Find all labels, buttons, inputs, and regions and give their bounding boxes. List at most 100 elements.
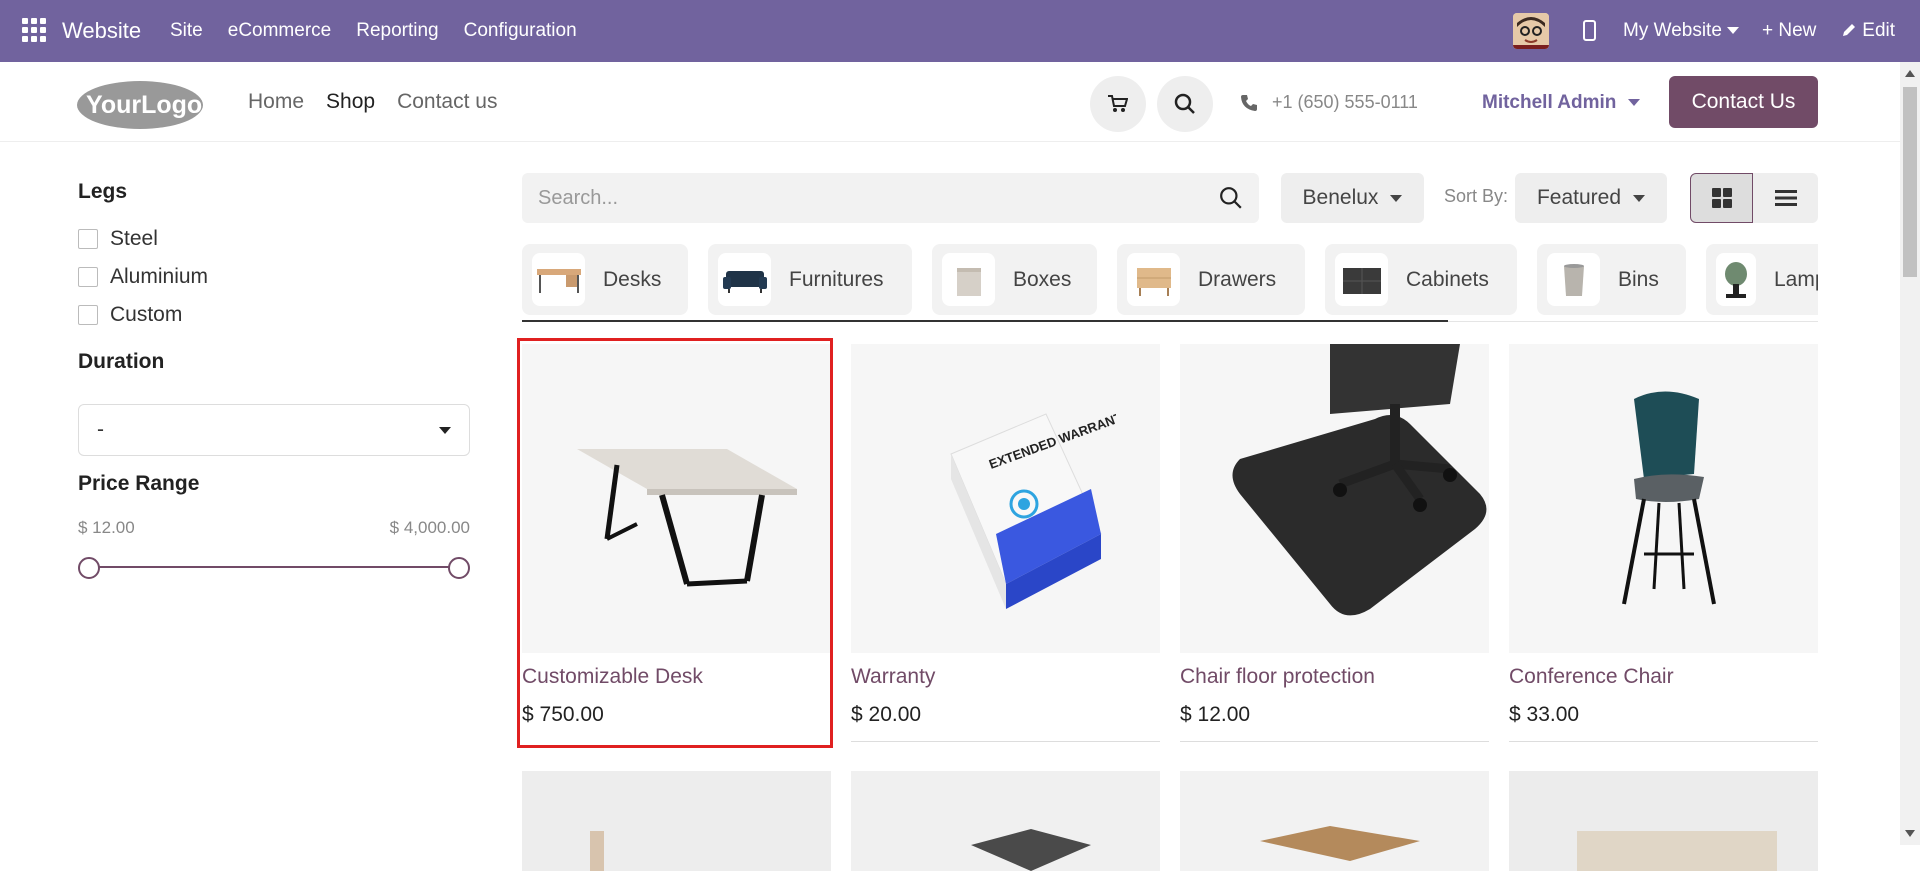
product-name[interactable]: Warranty	[851, 665, 1160, 689]
warranty-box-image: EXTENDED WARRANTY	[949, 406, 1116, 609]
card-separator	[1509, 741, 1818, 742]
sofa-thumbnail-icon	[718, 253, 771, 306]
checkbox[interactable]	[78, 229, 98, 249]
list-icon	[1774, 190, 1797, 206]
user-menu[interactable]: Mitchell Admin	[1482, 92, 1641, 114]
product-card[interactable]	[851, 771, 1160, 871]
product-name[interactable]: Conference Chair	[1509, 665, 1818, 689]
cart-button[interactable]	[1090, 76, 1146, 132]
nav-shop[interactable]: Shop	[326, 90, 375, 114]
user-avatar[interactable]	[1513, 13, 1549, 49]
box-thumbnail-icon	[942, 253, 995, 306]
category-label: Lamps	[1774, 267, 1818, 291]
edit-label: Edit	[1862, 20, 1896, 41]
category-carousel: Desks Furnitures Boxes Drawers Cabinets	[522, 244, 1818, 324]
user-name: Mitchell Admin	[1482, 92, 1617, 113]
card-separator	[1180, 741, 1489, 742]
category-drawers[interactable]: Drawers	[1117, 244, 1305, 315]
product-price: $ 20.00	[851, 703, 922, 726]
menu-ecommerce[interactable]: eCommerce	[228, 20, 331, 42]
category-desks[interactable]: Desks	[522, 244, 688, 315]
legs-title: Legs	[78, 180, 128, 203]
price-slider-max-handle[interactable]	[448, 557, 470, 579]
app-brand[interactable]: Website	[62, 18, 141, 44]
duration-select[interactable]: -	[78, 404, 470, 456]
category-label: Cabinets	[1406, 267, 1489, 291]
price-slider-min-handle[interactable]	[78, 557, 100, 579]
product-image[interactable]	[1180, 344, 1489, 653]
nav-contact[interactable]: Contact us	[397, 90, 497, 114]
product-card[interactable]: Conference Chair $ 33.00	[1509, 344, 1818, 742]
drawer-thumbnail-icon	[1127, 253, 1180, 306]
product-image[interactable]	[1180, 771, 1489, 871]
product-image[interactable]	[1509, 344, 1818, 653]
new-button[interactable]: + New	[1762, 20, 1816, 42]
search-toggle-button[interactable]	[1157, 76, 1213, 132]
scroll-down-arrow-icon[interactable]	[1905, 830, 1915, 837]
price-min: $ 12.00	[78, 518, 135, 537]
category-bins[interactable]: Bins	[1537, 244, 1686, 315]
category-boxes[interactable]: Boxes	[932, 244, 1097, 315]
product-image[interactable]	[851, 771, 1160, 871]
scroll-up-arrow-icon[interactable]	[1905, 70, 1915, 77]
phone-contact[interactable]: +1 (650) 555-0111	[1240, 92, 1418, 113]
page-scrollbar[interactable]	[1900, 62, 1920, 845]
checkbox[interactable]	[78, 305, 98, 325]
legs-option-steel[interactable]: Steel	[78, 220, 470, 258]
nav-home[interactable]: Home	[248, 90, 304, 114]
list-view-button[interactable]	[1753, 173, 1818, 223]
pricelist-value: Benelux	[1302, 186, 1379, 209]
product-card[interactable]: EXTENDED WARRANTY Warranty $ 20.00	[851, 344, 1160, 742]
sort-value: Featured	[1536, 186, 1622, 209]
legs-option-custom[interactable]: Custom	[78, 296, 470, 334]
chevron-down-icon	[1628, 99, 1641, 107]
product-image[interactable]: EXTENDED WARRANTY	[851, 344, 1160, 653]
mobile-preview-icon[interactable]	[1583, 20, 1596, 41]
scrollbar-thumb[interactable]	[1903, 87, 1917, 277]
category-lamps[interactable]: Lamps	[1706, 244, 1818, 315]
category-divider	[1448, 321, 1818, 322]
category-furnitures[interactable]: Furnitures	[708, 244, 912, 315]
category-cabinets[interactable]: Cabinets	[1325, 244, 1517, 315]
category-label: Bins	[1618, 267, 1659, 291]
edit-button[interactable]: Edit	[1842, 20, 1895, 42]
menu-reporting[interactable]: Reporting	[356, 20, 438, 42]
search-icon[interactable]	[1219, 186, 1243, 210]
price-slider-track[interactable]	[88, 566, 460, 568]
chair-mat-image	[1232, 344, 1487, 616]
price-max: $ 4,000.00	[389, 518, 470, 537]
sort-dropdown[interactable]: Featured	[1515, 173, 1667, 223]
product-card[interactable]	[1180, 771, 1489, 871]
conference-chair-image	[1621, 391, 1716, 604]
product-name[interactable]: Chair floor protection	[1180, 665, 1489, 689]
phone-icon	[1241, 94, 1257, 111]
pricelist-dropdown[interactable]: Benelux	[1281, 173, 1424, 223]
product-image[interactable]	[1509, 771, 1818, 871]
product-price: $ 33.00	[1509, 703, 1580, 726]
apps-grid-icon[interactable]	[22, 18, 46, 42]
chevron-down-icon	[1390, 194, 1403, 202]
product-search-input[interactable]: Search...	[522, 173, 1259, 223]
legs-option-aluminium[interactable]: Aluminium	[78, 258, 470, 296]
contact-us-button[interactable]: Contact Us	[1669, 76, 1818, 128]
website-selector[interactable]: My Website	[1623, 20, 1739, 42]
option-label: Custom	[110, 303, 183, 326]
cart-icon	[1108, 95, 1128, 112]
site-logo[interactable]: YourLogo	[76, 80, 204, 130]
logo-text: YourLogo	[86, 91, 202, 119]
card-separator	[851, 741, 1160, 742]
desk-thumbnail-icon	[532, 253, 585, 306]
product-card[interactable]	[522, 771, 831, 871]
wood-table-partial-image	[1260, 826, 1420, 861]
menu-configuration[interactable]: Configuration	[464, 20, 577, 42]
menu-site[interactable]: Site	[170, 20, 203, 42]
cabinet-thumbnail-icon	[1335, 253, 1388, 306]
product-image[interactable]	[522, 771, 831, 871]
checkbox[interactable]	[78, 267, 98, 287]
category-label: Drawers	[1198, 267, 1277, 291]
product-card[interactable]: Chair floor protection $ 12.00	[1180, 344, 1489, 742]
product-card[interactable]	[1509, 771, 1818, 871]
main-nav: Home Shop Contact us	[248, 90, 497, 114]
chevron-down-icon	[1726, 27, 1739, 35]
grid-view-button[interactable]	[1690, 173, 1753, 223]
